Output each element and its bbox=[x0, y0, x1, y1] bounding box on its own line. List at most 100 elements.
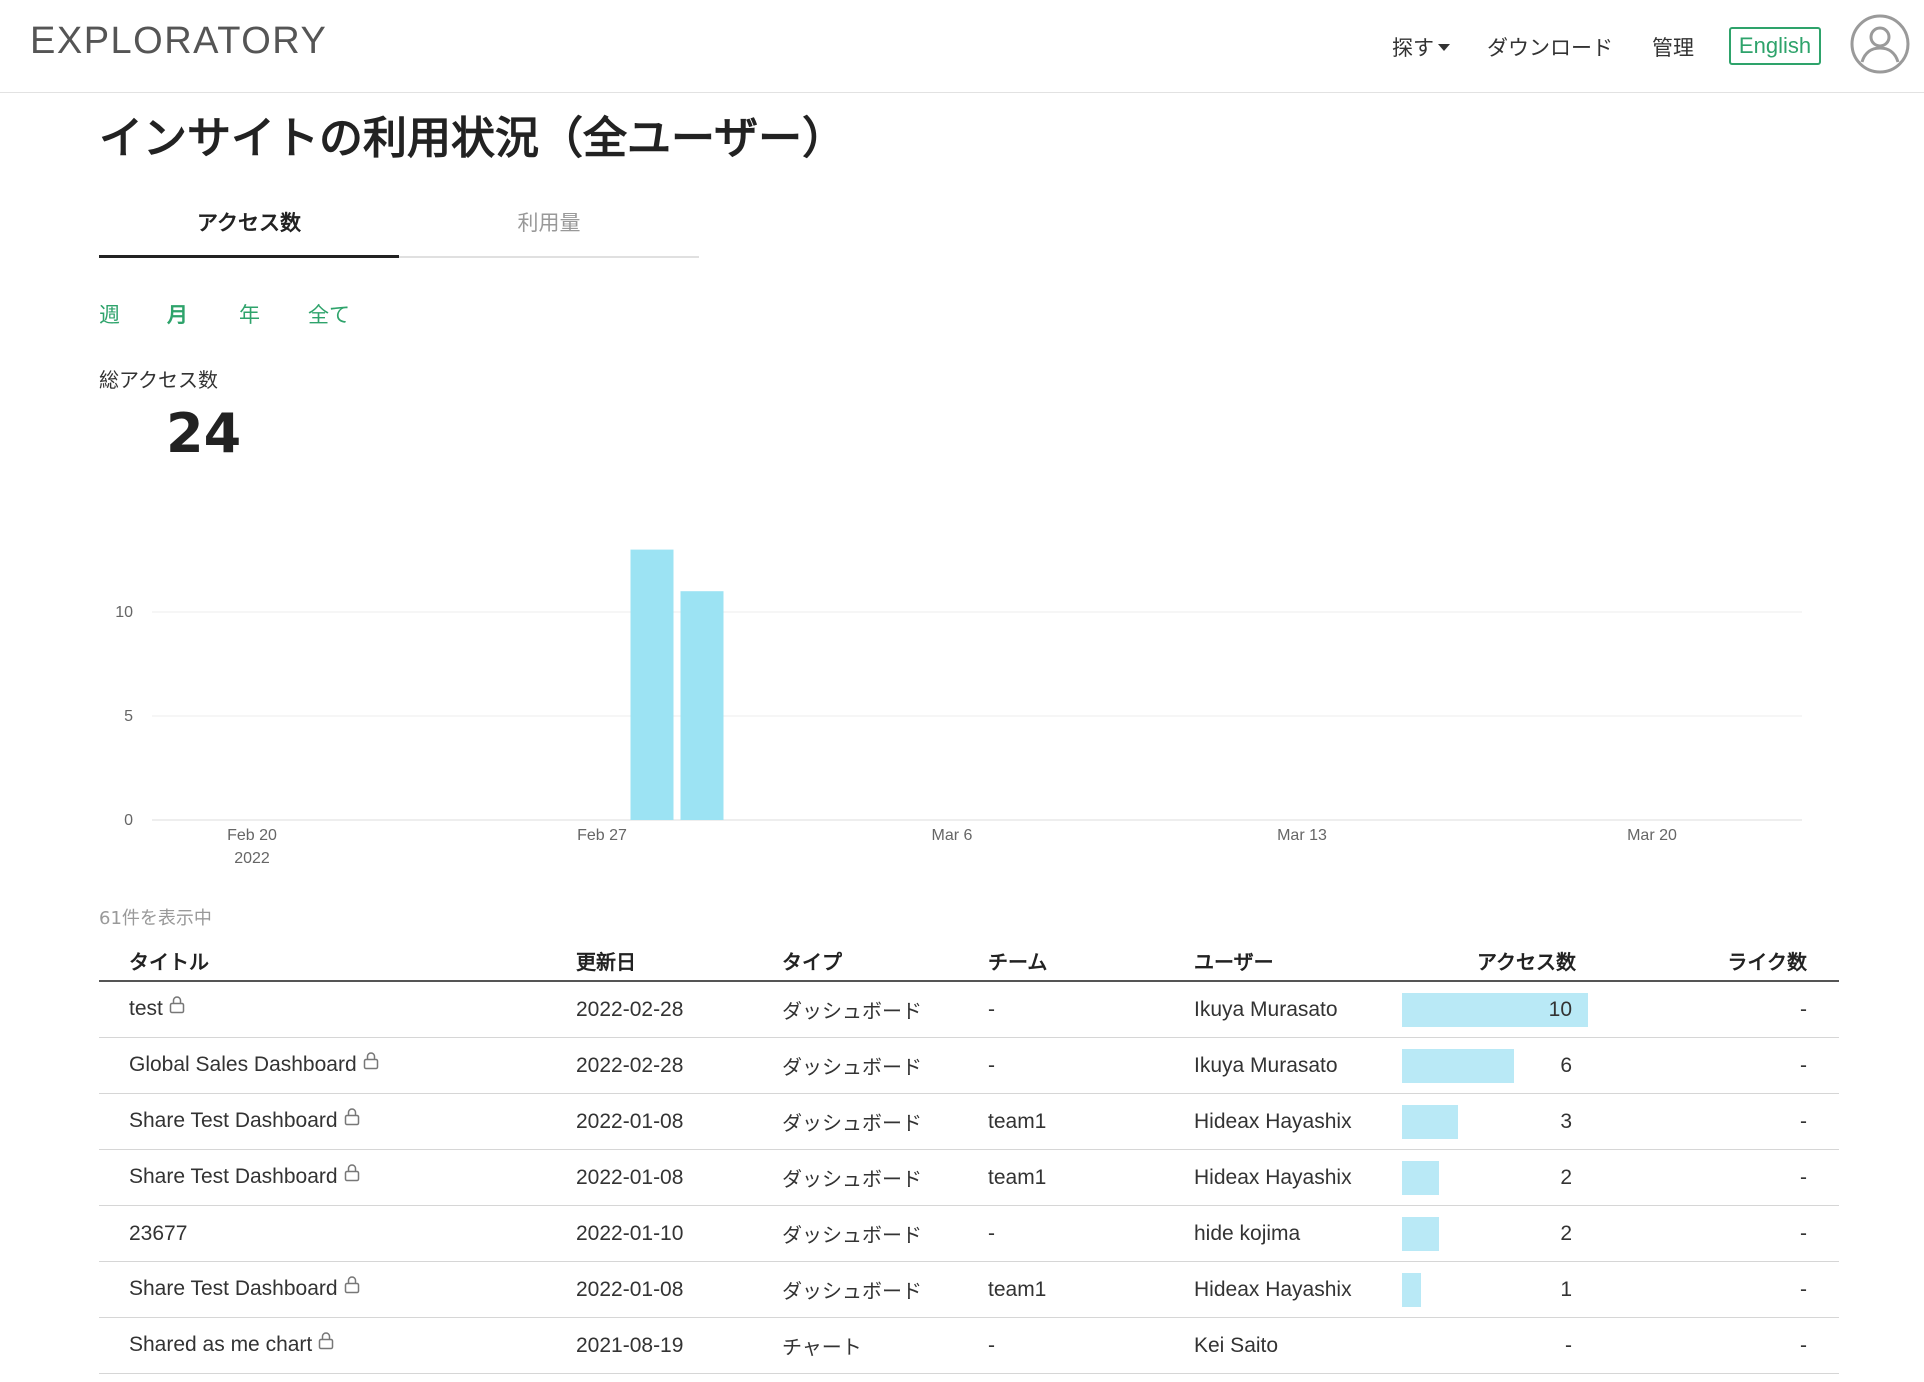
access-bar: 1 bbox=[1402, 1272, 1588, 1307]
result-count: 61件を表示中 bbox=[99, 908, 212, 929]
access-count: 2 bbox=[1560, 1165, 1572, 1189]
nav-download[interactable]: ダウンロード bbox=[1487, 32, 1613, 62]
access-bar: 6 bbox=[1402, 1048, 1588, 1083]
row-type: ダッシュボード bbox=[782, 1037, 988, 1094]
row-updated: 2022-01-08 bbox=[576, 1261, 782, 1318]
row-team: - bbox=[988, 1205, 1194, 1262]
row-team: - bbox=[988, 1317, 1194, 1374]
col-user[interactable]: ユーザー bbox=[1194, 940, 1402, 982]
row-likes: - bbox=[1592, 1149, 1839, 1206]
row-access: 6 bbox=[1402, 1037, 1592, 1094]
row-user: Hideax Hayashix bbox=[1194, 1093, 1402, 1150]
row-type: ダッシュボード bbox=[782, 1261, 988, 1318]
tab-access-count[interactable]: アクセス数 bbox=[99, 200, 399, 258]
user-avatar-icon[interactable] bbox=[1850, 14, 1910, 74]
app-logo[interactable]: EXPLORATORY bbox=[30, 20, 327, 63]
row-title-text[interactable]: test bbox=[129, 997, 163, 1020]
row-user: hide kojima bbox=[1194, 1205, 1402, 1262]
row-updated: 2022-01-10 bbox=[576, 1205, 782, 1262]
lock-icon bbox=[169, 995, 185, 1020]
row-user: Ikuya Murasato bbox=[1194, 1037, 1402, 1094]
table-row[interactable]: Shared as me chart 2021-08-19 チャート - Kei Sai… bbox=[99, 1317, 1839, 1374]
table-row[interactable]: Share Test Dashboard 2022-01-08 ダッシュボード tea… bbox=[99, 1093, 1839, 1150]
x-tick-label: Feb 20 bbox=[227, 827, 277, 844]
access-bar-fill bbox=[1402, 1048, 1514, 1083]
table-header-row: タイトル 更新日 タイプ チーム ユーザー アクセス数 ライク数 bbox=[99, 940, 1839, 982]
access-count: 2 bbox=[1560, 1221, 1572, 1245]
lock-icon bbox=[344, 1107, 360, 1132]
row-updated: 2022-01-08 bbox=[576, 1093, 782, 1150]
row-user: Ikuya Murasato bbox=[1194, 981, 1402, 1038]
col-title[interactable]: タイトル bbox=[99, 940, 576, 982]
access-count: 1 bbox=[1560, 1277, 1572, 1301]
access-bar: 2 bbox=[1402, 1160, 1588, 1195]
row-updated: 2022-02-28 bbox=[576, 1037, 782, 1094]
row-type: ダッシュボード bbox=[782, 981, 988, 1038]
row-likes: - bbox=[1592, 1261, 1839, 1318]
access-bar-fill bbox=[1402, 1104, 1458, 1139]
chart-bar bbox=[680, 591, 724, 820]
row-title-text[interactable]: Global Sales Dashboard bbox=[129, 1053, 357, 1076]
row-user: Hideax Hayashix bbox=[1194, 1149, 1402, 1206]
tab-usage[interactable]: 利用量 bbox=[399, 200, 699, 256]
y-tick-label: 5 bbox=[124, 708, 133, 725]
period-year[interactable]: 年 bbox=[239, 299, 260, 329]
row-team: team1 bbox=[988, 1149, 1194, 1206]
row-title[interactable]: Global Sales Dashboard bbox=[99, 1037, 576, 1094]
row-title[interactable]: test bbox=[99, 981, 576, 1038]
row-title[interactable]: Share Test Dashboard bbox=[99, 1149, 576, 1206]
row-likes: - bbox=[1592, 981, 1839, 1038]
access-bar-fill bbox=[1402, 1216, 1440, 1251]
period-all[interactable]: 全て bbox=[308, 299, 350, 329]
access-bar: - bbox=[1402, 1329, 1588, 1363]
table-row[interactable]: 23677 2022-01-10 ダッシュボード - hide kojima 2- bbox=[99, 1205, 1839, 1262]
col-team[interactable]: チーム bbox=[988, 940, 1194, 982]
x-tick-label: Mar 20 bbox=[1627, 827, 1677, 844]
nav-admin[interactable]: 管理 bbox=[1652, 32, 1694, 62]
row-type: チャート bbox=[782, 1317, 988, 1374]
row-access: 1 bbox=[1402, 1261, 1592, 1318]
table-row[interactable]: Global Sales Dashboard 2022-02-28 ダッシュボード -… bbox=[99, 1037, 1839, 1094]
row-type: ダッシュボード bbox=[782, 1149, 988, 1206]
table-row[interactable]: Share Test Dashboard 2022-01-08 ダッシュボード tea… bbox=[99, 1261, 1839, 1318]
access-bar: 3 bbox=[1402, 1104, 1588, 1139]
row-title-text[interactable]: 23677 bbox=[129, 1222, 187, 1245]
row-access: 2 bbox=[1402, 1205, 1592, 1262]
row-likes: - bbox=[1592, 1317, 1839, 1374]
x-tick-label: Mar 13 bbox=[1277, 827, 1327, 844]
access-bar-chart: 0 5 10 Feb 20 2022 Feb 27 Mar 6 Mar 13 Mar 20 bbox=[115, 549, 1802, 867]
row-type: ダッシュボード bbox=[782, 1205, 988, 1262]
language-toggle-button[interactable]: English bbox=[1729, 27, 1821, 65]
page-title: インサイトの利用状況（全ユーザー） bbox=[99, 113, 847, 164]
row-title-text[interactable]: Share Test Dashboard bbox=[129, 1277, 338, 1300]
row-type: ダッシュボード bbox=[782, 1093, 988, 1150]
row-updated: 2021-08-19 bbox=[576, 1317, 782, 1374]
total-access-label: 総アクセス数 bbox=[99, 368, 218, 392]
row-team: - bbox=[988, 981, 1194, 1038]
lock-icon bbox=[318, 1331, 334, 1356]
period-week[interactable]: 週 bbox=[99, 299, 120, 329]
row-title[interactable]: Shared as me chart bbox=[99, 1317, 576, 1374]
row-title[interactable]: 23677 bbox=[99, 1205, 576, 1262]
period-month[interactable]: 月 bbox=[167, 299, 188, 329]
access-bar-fill bbox=[1402, 1160, 1440, 1195]
row-title-text[interactable]: Share Test Dashboard bbox=[129, 1109, 338, 1132]
row-team: team1 bbox=[988, 1261, 1194, 1318]
row-title[interactable]: Share Test Dashboard bbox=[99, 1261, 576, 1318]
total-access-value: 24 bbox=[166, 402, 242, 465]
col-likes[interactable]: ライク数 bbox=[1592, 940, 1839, 982]
col-type[interactable]: タイプ bbox=[782, 940, 988, 982]
col-updated[interactable]: 更新日 bbox=[576, 940, 782, 982]
lock-icon bbox=[344, 1275, 360, 1300]
nav-explore-menu[interactable]: 探す bbox=[1392, 32, 1450, 62]
row-likes: - bbox=[1592, 1037, 1839, 1094]
table-row[interactable]: Share Test Dashboard 2022-01-08 ダッシュボード tea… bbox=[99, 1149, 1839, 1206]
nav-explore-label: 探す bbox=[1392, 36, 1434, 60]
row-title[interactable]: Share Test Dashboard bbox=[99, 1093, 576, 1150]
table-row[interactable]: test 2022-02-28 ダッシュボード - Ikuya Murasato 10- bbox=[99, 981, 1839, 1038]
col-access[interactable]: アクセス数 bbox=[1402, 940, 1592, 982]
row-title-text[interactable]: Shared as me chart bbox=[129, 1333, 312, 1356]
top-navbar: EXPLORATORY 探す ダウンロード 管理 English bbox=[0, 0, 1924, 93]
row-title-text[interactable]: Share Test Dashboard bbox=[129, 1165, 338, 1188]
row-team: team1 bbox=[988, 1093, 1194, 1150]
